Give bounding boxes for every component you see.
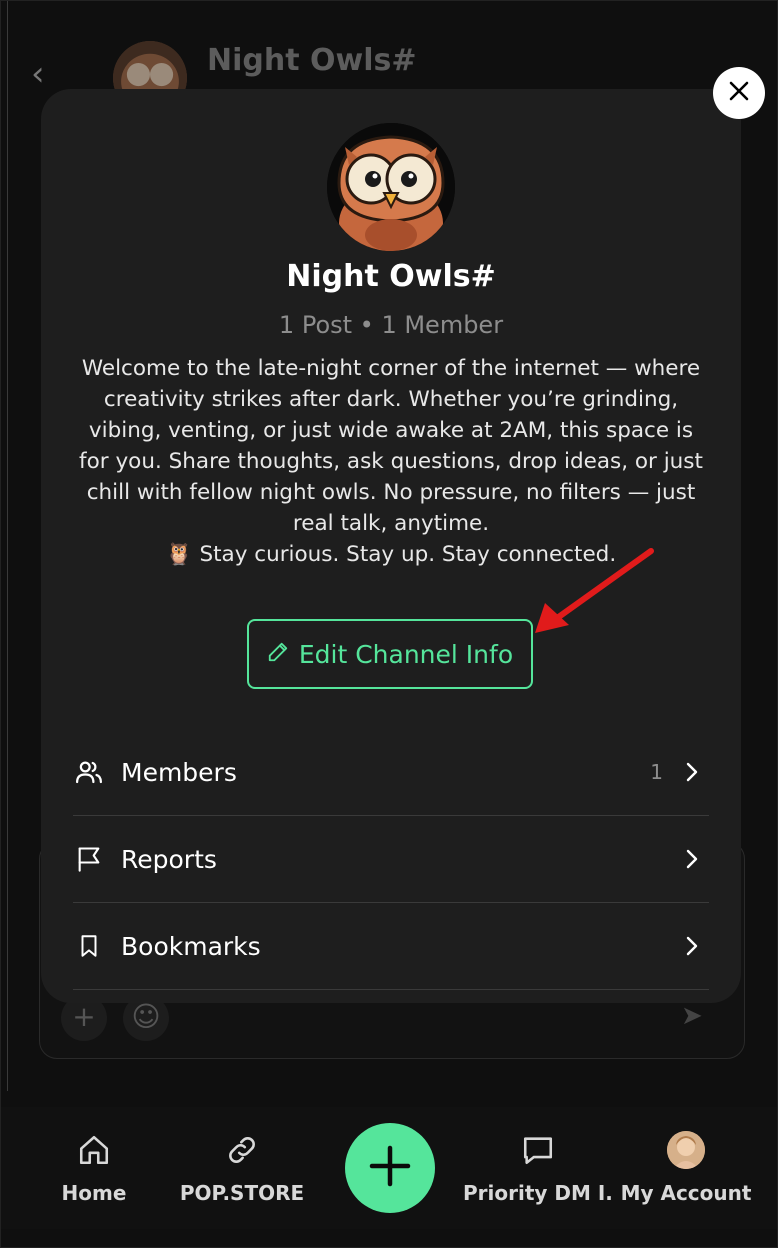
app-frame: ‹ Night Owls# + ☺ ➤ Night Owls# 1 Post •… — [0, 0, 778, 1248]
chevron-right-icon — [683, 935, 701, 957]
description-line: vibing, venting, or just wide awake at 2… — [88, 418, 694, 443]
description-line: real talk, anytime. — [292, 511, 490, 536]
channel-avatar — [327, 123, 455, 251]
edit-channel-info-label: Edit Channel Info — [298, 639, 514, 669]
channel-menu: Members 1 Reports Bookmarks — [73, 729, 709, 990]
members-count: 1 — [650, 760, 663, 784]
home-icon — [19, 1131, 169, 1169]
edit-channel-info-button[interactable]: Edit Channel Info — [247, 619, 533, 689]
bottom-navigation: Home POP.STORE Priority DM I... My Accou… — [1, 1107, 777, 1229]
background-channel-title: Night Owls# — [207, 43, 417, 78]
menu-item-label: Bookmarks — [121, 931, 261, 961]
nav-home[interactable]: Home — [19, 1131, 169, 1205]
flag-icon — [73, 843, 105, 875]
nav-label: Priority DM I... — [463, 1181, 613, 1205]
chevron-right-icon — [683, 848, 701, 870]
close-button[interactable] — [713, 67, 765, 119]
channel-description: Welcome to the late-night corner of the … — [69, 353, 713, 570]
channel-name: Night Owls# — [286, 259, 496, 294]
create-post-button[interactable] — [345, 1123, 435, 1213]
chat-icon — [463, 1131, 613, 1169]
menu-item-bookmarks[interactable]: Bookmarks — [73, 903, 709, 990]
plus-icon — [368, 1144, 412, 1192]
bookmark-icon — [73, 930, 105, 962]
annotation-arrow — [535, 548, 654, 633]
nav-label: POP.STORE — [179, 1181, 305, 1205]
close-icon — [728, 80, 750, 106]
menu-item-label: Reports — [121, 844, 217, 874]
description-line: for you. Share thoughts, ask questions, … — [79, 449, 703, 474]
description-line: Welcome to the late-night corner of the … — [81, 356, 701, 381]
nav-priority-dm[interactable]: Priority DM I... — [463, 1131, 613, 1205]
nav-label: Home — [61, 1181, 127, 1205]
nav-label: My Account — [620, 1181, 752, 1205]
users-icon — [73, 756, 105, 788]
back-icon[interactable]: ‹ — [31, 57, 53, 91]
avatar — [667, 1131, 705, 1169]
send-icon[interactable]: ➤ — [681, 1001, 703, 1031]
nav-my-account[interactable]: My Account — [611, 1131, 761, 1205]
menu-item-label: Members — [121, 757, 237, 787]
description-line: chill with fellow night owls. No pressur… — [86, 480, 696, 505]
description-line: creativity strikes after dark. Whether y… — [103, 387, 679, 412]
chevron-right-icon — [683, 761, 701, 783]
nav-avatar-wrap — [611, 1131, 761, 1169]
menu-item-reports[interactable]: Reports — [73, 816, 709, 903]
channel-stats: 1 Post • 1 Member — [278, 311, 504, 339]
pencil-icon — [267, 640, 289, 669]
menu-item-members[interactable]: Members 1 — [73, 729, 709, 816]
link-icon — [167, 1131, 317, 1169]
divider — [7, 1, 8, 1091]
nav-pop-store[interactable]: POP.STORE — [167, 1131, 317, 1205]
